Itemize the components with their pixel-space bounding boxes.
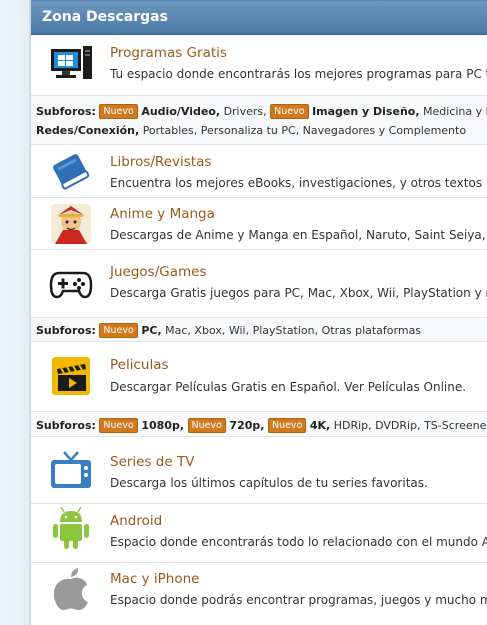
- new-badge: Nuevo: [99, 104, 138, 119]
- subforum-link[interactable]: 1080p,: [141, 419, 184, 432]
- subforum-link[interactable]: PC,: [141, 324, 161, 337]
- subforum-link[interactable]: Imagen y Diseño,: [312, 105, 419, 118]
- new-badge: Nuevo: [270, 104, 309, 119]
- subforos-juegos: Subforos: Nuevo PC, Mac, Xbox, Wii, Play…: [31, 317, 487, 342]
- new-badge: Nuevo: [99, 323, 138, 338]
- forum-desc-mac: Espacio donde podrás encontrar programas…: [110, 593, 487, 607]
- subforum-link[interactable]: HDRip, DVDRip, TS-Screener/DvdS: [334, 419, 487, 432]
- tv-icon: [51, 451, 91, 488]
- category-title[interactable]: Zona Descargas: [42, 9, 168, 25]
- forum-row-series: Series de TV Descarga los últimos capítu…: [31, 438, 487, 504]
- new-badge: Nuevo: [99, 418, 138, 433]
- forum-title-programas[interactable]: Programas Gratis: [110, 45, 227, 61]
- android-icon: [53, 506, 89, 549]
- clapperboard-icon: [52, 357, 90, 395]
- gamepad-icon: [49, 271, 93, 299]
- forum-row-juegos: Juegos/Games Descarga Gratis juegos para…: [31, 250, 487, 316]
- forum-title-mac[interactable]: Mac y iPhone: [110, 571, 199, 587]
- computer-icon: [51, 46, 92, 79]
- forum-title-android[interactable]: Android: [110, 513, 162, 529]
- subforum-link[interactable]: Redes/Conexión,: [36, 124, 139, 137]
- subforum-link[interactable]: 720p,: [229, 419, 264, 432]
- subforum-link[interactable]: Drivers,: [224, 105, 267, 118]
- subforos-programas: Subforos: Nuevo Audio/Video, Drivers, Nu…: [31, 95, 487, 145]
- forum-desc-anime: Descargas de Anime y Manga en Español, N…: [110, 228, 487, 242]
- new-badge: Nuevo: [187, 418, 226, 433]
- forum-row-anime: Anime y Manga Descargas de Anime y Manga…: [31, 198, 487, 250]
- subforos-label: Subforos:: [36, 324, 96, 337]
- forum-row-programas: Programas Gratis Tu espacio donde encont…: [31, 35, 487, 94]
- forum-desc-juegos: Descarga Gratis juegos para PC, Mac, Xbo…: [110, 286, 487, 300]
- download-zone-panel: Zona Descargas Programas Gratis Tu espac…: [30, 0, 487, 625]
- forum-title-libros[interactable]: Libros/Revistas: [110, 154, 211, 170]
- forum-row-libros: Libros/Revistas Encuentra los mejores eB…: [31, 146, 487, 198]
- forum-title-anime[interactable]: Anime y Manga: [110, 206, 215, 222]
- subforum-link[interactable]: Mac, Xbox, Wii, PlayStation, Otras plata…: [165, 324, 421, 337]
- subforum-link[interactable]: Portables, Personaliza tu PC, Navegadore…: [143, 124, 466, 137]
- forum-desc-libros: Encuentra los mejores eBooks, investigac…: [110, 176, 487, 190]
- subforum-link[interactable]: 4K,: [310, 419, 330, 432]
- forum-row-android: Android Espacio donde encontrarás todo l…: [31, 504, 487, 563]
- forum-row-mac: Mac y iPhone Espacio donde podrás encont…: [31, 563, 487, 625]
- forum-desc-programas: Tu espacio donde encontrarás los mejores…: [110, 67, 487, 81]
- forum-desc-android: Espacio donde encontrarás todo lo relaci…: [110, 535, 487, 549]
- subforos-peliculas: Subforos: Nuevo 1080p, Nuevo 720p, Nuevo…: [31, 411, 487, 437]
- anime-icon: [51, 204, 91, 244]
- subforos-label: Subforos:: [36, 105, 96, 118]
- apple-icon: [53, 568, 88, 610]
- new-badge: Nuevo: [267, 418, 307, 433]
- forum-desc-peliculas: Descargar Películas Gratis en Español. V…: [110, 380, 467, 394]
- forum-row-peliculas: Peliculas Descargar Películas Gratis en …: [31, 343, 487, 410]
- forum-title-juegos[interactable]: Juegos/Games: [110, 264, 206, 280]
- subforum-link[interactable]: Medicina y Keyge: [423, 105, 487, 118]
- subforos-label: Subforos:: [36, 419, 96, 432]
- category-header: Zona Descargas: [31, 0, 487, 35]
- book-icon: [53, 154, 90, 190]
- forum-desc-series: Descarga los últimos capítulos de tu ser…: [110, 476, 428, 490]
- forum-title-peliculas[interactable]: Peliculas: [110, 357, 169, 373]
- left-gutter: [0, 0, 30, 625]
- forum-title-series[interactable]: Series de TV: [110, 454, 194, 470]
- subforum-link[interactable]: Audio/Video,: [141, 105, 220, 118]
